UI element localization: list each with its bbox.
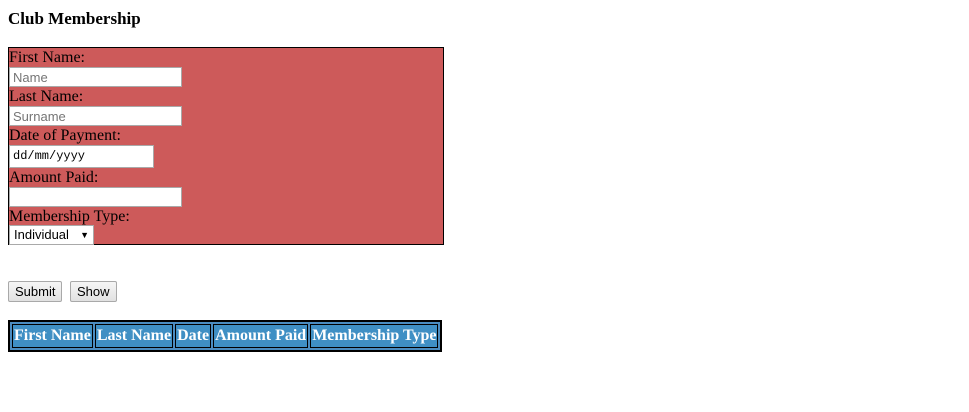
show-button[interactable]: Show [70,281,117,302]
dropdown-arrow-icon: ▼ [80,230,89,240]
header-date: Date [175,324,212,348]
first-name-label: First Name: [9,49,85,66]
first-name-input[interactable] [9,67,182,87]
submit-button[interactable]: Submit [8,281,63,302]
header-membership-type: Membership Type [310,324,439,348]
membership-type-value: Individual [14,227,69,242]
header-amount-paid: Amount Paid [213,324,309,348]
header-first-name: First Name [12,324,93,348]
amount-paid-label: Amount Paid: [9,169,99,186]
date-of-payment-label: Date of Payment: [9,127,121,144]
last-name-label: Last Name: [9,88,84,105]
membership-type-select[interactable]: Individual ▼ [9,225,94,245]
page-title: Club Membership [8,9,141,28]
last-name-input[interactable] [9,106,182,126]
page: Club Membership First Name: Last Name: D… [0,0,969,412]
header-last-name: Last Name [94,324,174,348]
date-of-payment-input[interactable]: dd/mm/yyyy [9,145,154,168]
membership-form: First Name: Last Name: Date of Payment: … [8,47,444,245]
membership-table: First Name Last Name Date Amount Paid Me… [8,320,443,352]
membership-type-label: Membership Type: [9,208,130,225]
table-header-row: First Name Last Name Date Amount Paid Me… [12,324,439,348]
amount-paid-input[interactable] [9,187,182,207]
